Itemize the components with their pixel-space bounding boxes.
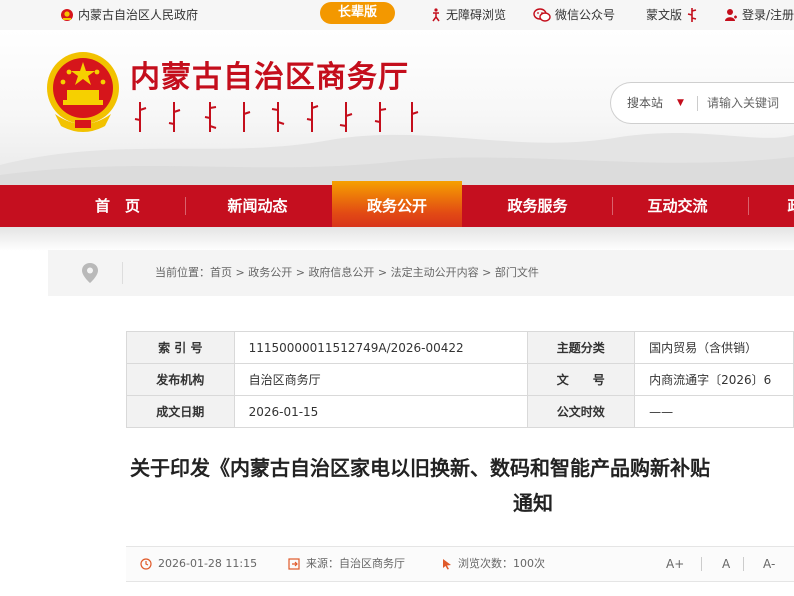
search-scope-select[interactable]: 搜本站 [627,83,663,123]
top-utility-bar: 内蒙古自治区人民政府 长辈版 无障碍浏览 微信公众号 蒙文版 登录/注册 [0,0,794,30]
breadcrumb-item-gov-affairs[interactable]: 政务公开 [248,266,292,279]
caret-down-icon[interactable]: ▼ [677,83,684,123]
breadcrumb-item-home[interactable]: 首页 [210,266,232,279]
elder-mode-button[interactable]: 长辈版 [320,2,395,24]
nav-interaction[interactable]: 互动交流 [620,185,735,227]
nav-home[interactable]: 首 页 [60,185,175,227]
article-title-line-1: 关于印发《内蒙古自治区家电以旧换新、数码和智能产品购新补贴 [130,456,710,480]
main-nav: 首 页 新闻动态 政务公开 政务服务 互动交流 政 [0,181,794,227]
font-size-large-button[interactable]: A+ [666,547,684,581]
breadcrumb-item-statutory[interactable]: 法定主动公开内容 [391,266,479,279]
accessibility-icon [432,8,440,22]
user-icon [725,9,737,21]
nav-divider [748,197,749,215]
gov-link[interactable]: 内蒙古自治区人民政府 [60,0,198,30]
wechat-link[interactable]: 微信公众号 [533,0,615,30]
publish-time: 2026-01-28 11:15 [140,547,257,581]
docno-label: 文 号 [526,363,636,396]
nav-gov-affairs[interactable]: 政务公开 [332,181,462,227]
nav-divider [612,197,613,215]
location-pin-icon [82,263,98,283]
nav-services[interactable]: 政务服务 [470,185,605,227]
docno-value: 内商流通字〔2026〕6 [634,363,794,396]
document-info-table: 索 引 号 11150000011512749A/2026-00422 主题分类… [126,331,794,428]
table-row: 成文日期 2026-01-15 公文时效 —— [126,395,794,428]
article-title-line-2: 通知 [513,491,553,515]
date-label: 成文日期 [126,395,235,428]
topic-label: 主题分类 [526,331,636,364]
publisher-label: 发布机构 [126,363,235,396]
mongol-version-label: 蒙文版 [646,8,683,22]
clock-icon [140,558,152,570]
site-header: 内蒙古自治区商务厅 搜本站 ▼ [0,30,794,185]
source-icon [288,558,300,570]
wechat-icon [533,8,551,22]
font-divider [743,557,744,571]
article-source: 来源：自治区商务厅 [288,547,405,581]
breadcrumb-prefix: 当前位置： [155,266,210,279]
national-emblem-icon [47,52,119,132]
view-count-label: 浏览次数：100次 [458,557,545,570]
login-link[interactable]: 登录/注册 [724,0,794,30]
publisher-value: 自治区商务厅 [233,363,528,396]
nav-more[interactable]: 政 [780,185,794,227]
accessibility-link[interactable]: 无障碍浏览 [430,0,506,30]
breadcrumb-divider [122,262,123,284]
breadcrumb-path: 当前位置：首页 > 政务公开 > 政府信息公开 > 法定主动公开内容 > 部门文… [155,266,539,279]
nav-shadow [0,227,794,251]
emblem-small-icon [61,9,73,21]
public-label: 公文时效 [526,395,636,428]
gov-link-label: 内蒙古自治区人民政府 [78,8,199,22]
table-row: 发布机构 自治区商务厅 文 号 内商流通字〔2026〕6 [126,363,794,396]
publish-time-label: 2026-01-28 11:15 [158,557,258,570]
topic-value: 国内贸易（含供销） [634,331,794,364]
article-meta: 2026-01-28 11:15 来源：自治区商务厅 浏览次数：100次 A+ … [126,546,794,582]
table-row: 索 引 号 11150000011512749A/2026-00422 主题分类… [126,331,794,364]
source-label: 来源：自治区商务厅 [306,557,405,570]
accessibility-label: 无障碍浏览 [446,8,507,22]
breadcrumb-item-dept-docs[interactable]: 部门文件 [495,266,539,279]
cursor-icon [443,559,451,570]
site-title: 内蒙古自治区商务厅 [130,60,409,95]
search-divider [697,96,698,111]
search-box: 搜本站 ▼ [610,82,794,124]
breadcrumb: 当前位置：首页 > 政务公开 > 政府信息公开 > 法定主动公开内容 > 部门文… [48,250,794,296]
mongol-version-link[interactable]: 蒙文版 [646,0,698,30]
view-count: 浏览次数：100次 [442,547,545,581]
font-size-small-button[interactable]: A- [763,547,775,581]
public-value: —— [634,395,794,428]
index-label: 索 引 号 [126,331,235,364]
mongolian-script-icon [687,8,697,22]
font-size-medium-button[interactable]: A [722,547,730,581]
wechat-label: 微信公众号 [555,8,616,22]
login-label: 登录/注册 [742,8,794,22]
index-value: 11150000011512749A/2026-00422 [233,331,528,364]
breadcrumb-item-gov-info[interactable]: 政府信息公开 [308,266,374,279]
font-divider [701,557,702,571]
date-value: 2026-01-15 [233,395,528,428]
nav-news[interactable]: 新闻动态 [195,185,320,227]
search-input[interactable] [707,93,794,113]
mongolian-title-logo [134,102,419,132]
nav-divider [185,197,186,215]
